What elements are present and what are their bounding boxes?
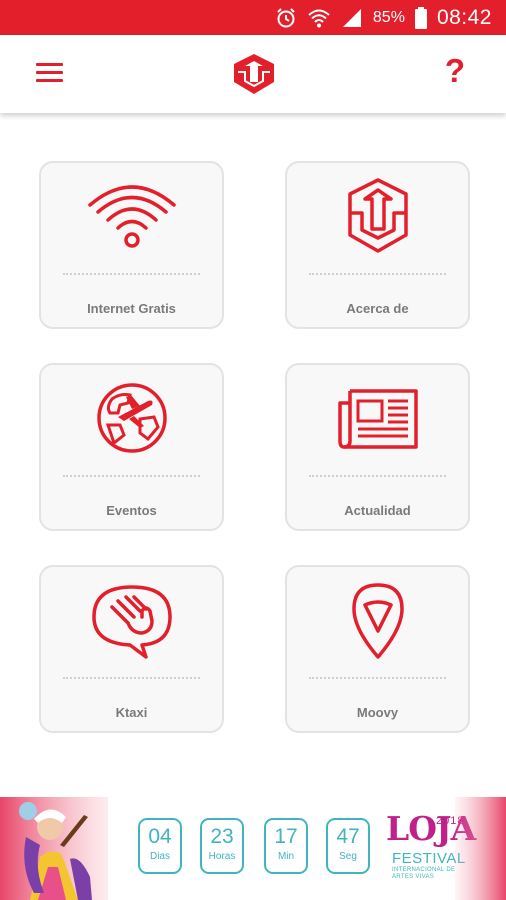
battery-percent: 85% <box>372 8 405 26</box>
card-acerca-de[interactable]: Acerca de <box>285 161 470 329</box>
card-actualidad[interactable]: Actualidad <box>285 363 470 531</box>
countdown-days-value: 04 <box>148 825 172 848</box>
countdown-days: 04 Dias <box>138 818 182 874</box>
card-label: Moovy <box>356 705 399 720</box>
festival-banner[interactable]: 04 Dias 23 Horas 17 Min 47 Seg LOJA 2018… <box>0 797 506 900</box>
card-divider <box>309 475 446 477</box>
card-moovy[interactable]: Moovy <box>285 565 470 733</box>
countdown-minutes: 17 Min <box>264 818 308 874</box>
app-logo-icon <box>347 178 408 253</box>
countdown-seconds-value: 47 <box>336 825 360 848</box>
signal-icon <box>342 8 361 27</box>
card-ktaxi[interactable]: Ktaxi <box>39 565 224 733</box>
countdown-days-unit: Dias <box>149 851 170 862</box>
countdown-seconds: 47 Seg <box>326 818 370 874</box>
battery-icon <box>414 6 427 29</box>
card-internet-gratis[interactable]: Internet Gratis <box>39 161 224 329</box>
app-bar: ? <box>0 35 506 113</box>
card-divider <box>63 273 200 275</box>
help-button[interactable]: ? <box>440 49 470 93</box>
hamburger-menu-icon[interactable] <box>36 57 66 87</box>
countdown-minutes-unit: Min <box>277 851 295 862</box>
card-label: Acerca de <box>346 301 409 316</box>
card-eventos[interactable]: Eventos <box>39 363 224 531</box>
clock: 08:42 <box>436 5 492 29</box>
newspaper-icon <box>337 389 418 449</box>
card-label: Internet Gratis <box>87 301 176 316</box>
hand-speech-bubble-icon <box>91 585 172 659</box>
banner-decoration <box>455 797 506 900</box>
card-label: Ktaxi <box>115 705 148 720</box>
card-divider <box>63 475 200 477</box>
card-label: Actualidad <box>344 503 411 518</box>
countdown-hours-value: 23 <box>210 825 234 848</box>
wifi-icon <box>87 185 176 248</box>
card-divider <box>309 677 446 679</box>
card-label: Eventos <box>106 503 157 518</box>
countdown-hours: 23 Horas <box>200 818 244 874</box>
globe-plane-icon <box>96 383 167 453</box>
wifi-icon <box>308 9 330 27</box>
countdown-hours-unit: Horas <box>208 851 236 862</box>
countdown-seconds-unit: Seg <box>339 851 357 862</box>
card-divider <box>309 273 446 275</box>
countdown-minutes-value: 17 <box>274 825 298 848</box>
card-divider <box>63 677 200 679</box>
app-logo-icon[interactable] <box>232 52 276 96</box>
alarm-icon <box>277 7 295 27</box>
location-pin-icon <box>351 583 404 659</box>
status-bar: 85% 08:42 <box>0 0 506 35</box>
status-icons: 85% 08:42 <box>275 0 492 35</box>
festival-character-illustration <box>0 797 108 900</box>
